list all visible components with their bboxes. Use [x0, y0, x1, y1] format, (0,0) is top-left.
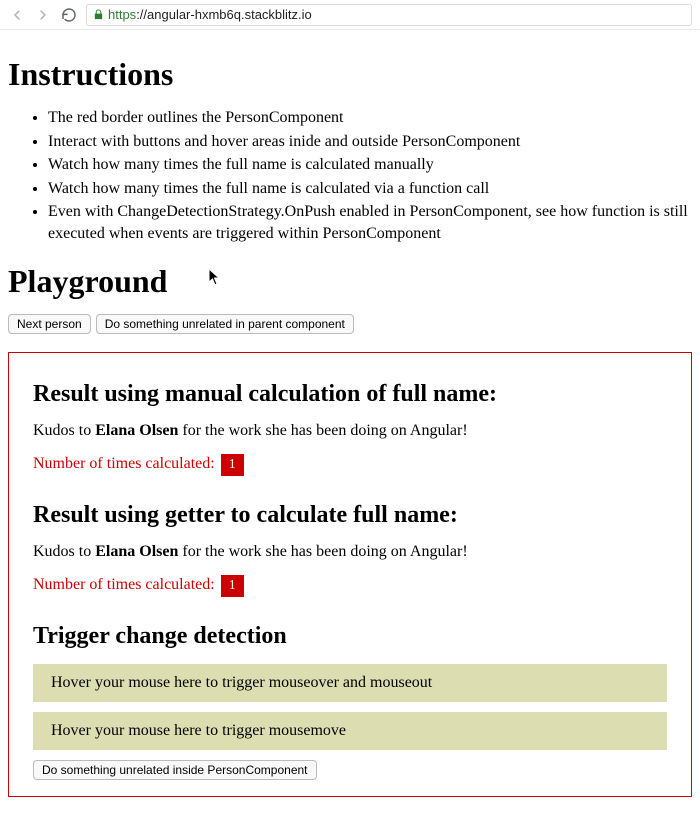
url-scheme: https: [108, 7, 136, 22]
instructions-list: The red border outlines the PersonCompon…: [8, 107, 692, 245]
url-rest: ://angular-hxmb6q.stackblitz.io: [136, 7, 312, 22]
person-name: Elana Olsen: [95, 543, 178, 560]
getter-count-line: Number of times calculated: 1: [33, 575, 667, 597]
back-icon[interactable]: [8, 6, 26, 24]
person-name: Elana Olsen: [95, 422, 178, 439]
parent-button-row: Next person Do something unrelated in pa…: [8, 314, 692, 334]
inner-button-row: Do something unrelated inside PersonComp…: [33, 760, 667, 780]
list-item: Watch how many times the full name is ca…: [48, 154, 692, 176]
count-badge: 1: [221, 454, 244, 476]
lock-icon: [93, 9, 104, 20]
forward-icon[interactable]: [34, 6, 52, 24]
count-label: Number of times calculated:: [33, 576, 219, 593]
kudos-prefix: Kudos to: [33, 543, 95, 560]
hover-area-label: Hover your mouse here to trigger mouseov…: [51, 674, 432, 691]
hover-area-label: Hover your mouse here to trigger mousemo…: [51, 722, 346, 739]
kudos-prefix: Kudos to: [33, 422, 95, 439]
kudos-suffix: for the work she has been doing on Angul…: [178, 422, 467, 439]
next-person-button[interactable]: Next person: [8, 314, 91, 334]
getter-kudos-line: Kudos to Elana Olsen for the work she ha…: [33, 543, 667, 561]
hover-area-mousemove[interactable]: Hover your mouse here to trigger mousemo…: [33, 712, 667, 750]
list-item: Even with ChangeDetectionStrategy.OnPush…: [48, 201, 692, 244]
list-item: The red border outlines the PersonCompon…: [48, 107, 692, 129]
count-badge: 1: [221, 575, 244, 597]
manual-count-line: Number of times calculated: 1: [33, 454, 667, 476]
url-text: https://angular-hxmb6q.stackblitz.io: [108, 7, 312, 22]
page-content: Instructions The red border outlines the…: [0, 30, 700, 817]
count-label: Number of times calculated:: [33, 455, 219, 472]
kudos-suffix: for the work she has been doing on Angul…: [178, 543, 467, 560]
do-unrelated-inside-button[interactable]: Do something unrelated inside PersonComp…: [33, 760, 317, 780]
do-unrelated-parent-button[interactable]: Do something unrelated in parent compone…: [96, 314, 354, 334]
manual-kudos-line: Kudos to Elana Olsen for the work she ha…: [33, 422, 667, 440]
browser-toolbar: https://angular-hxmb6q.stackblitz.io: [0, 0, 700, 30]
manual-heading: Result using manual calculation of full …: [33, 381, 667, 408]
instructions-heading: Instructions: [8, 56, 692, 93]
playground-heading: Playground: [8, 263, 692, 300]
list-item: Watch how many times the full name is ca…: [48, 178, 692, 200]
reload-icon[interactable]: [60, 6, 78, 24]
person-component: Result using manual calculation of full …: [8, 352, 692, 797]
getter-heading: Result using getter to calculate full na…: [33, 502, 667, 529]
address-bar[interactable]: https://angular-hxmb6q.stackblitz.io: [86, 4, 692, 26]
list-item: Interact with buttons and hover areas in…: [48, 131, 692, 153]
hover-area-mouseover[interactable]: Hover your mouse here to trigger mouseov…: [33, 664, 667, 702]
trigger-heading: Trigger change detection: [33, 623, 667, 650]
